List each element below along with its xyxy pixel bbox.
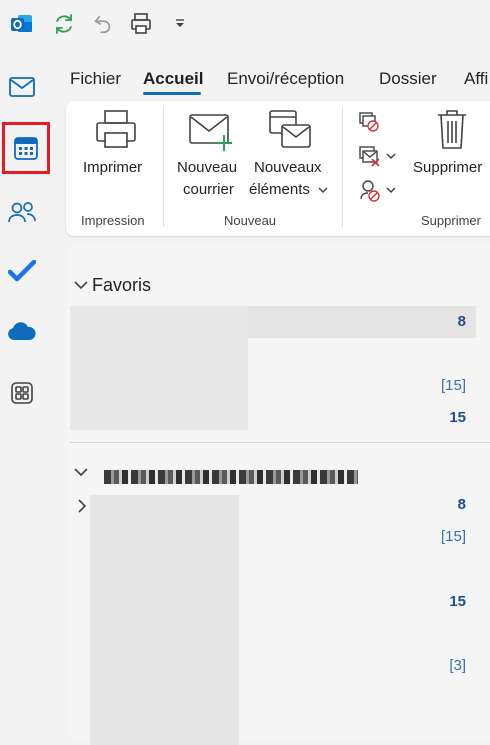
undo-icon[interactable] (89, 10, 117, 38)
rail-todo-icon[interactable] (0, 249, 44, 293)
group-label-impression: Impression (81, 213, 145, 228)
chevron-down-icon[interactable] (74, 281, 88, 290)
ignore-icon[interactable] (358, 111, 380, 133)
favorites-count-1: 8 (457, 313, 466, 330)
print-button[interactable]: Imprimer (76, 105, 158, 195)
new-mail-label-2: courrier (183, 181, 234, 198)
app-navigation-rail (0, 55, 50, 738)
new-mail-label-1: Nouveau (177, 159, 238, 176)
delete-label: Supprimer (413, 159, 483, 176)
rail-apps-icon[interactable] (0, 371, 44, 415)
rail-mail-icon[interactable] (0, 65, 44, 109)
trash-icon (438, 110, 466, 149)
rail-onedrive-icon[interactable] (0, 310, 44, 354)
chevron-down-icon[interactable] (386, 153, 396, 160)
chevron-right-icon[interactable] (78, 499, 87, 513)
new-items-button[interactable]: Nouveaux éléments (249, 105, 332, 201)
tab-accueil[interactable]: Accueil (143, 69, 203, 89)
rail-calendar-icon[interactable] (2, 122, 50, 174)
chevron-down-icon (318, 187, 328, 194)
pane-divider (70, 442, 490, 443)
outlook-logo-icon (8, 10, 36, 38)
rail-people-icon[interactable] (0, 191, 44, 235)
new-items-icon (269, 110, 311, 148)
account-count-3: 15 (449, 593, 466, 610)
chevron-down-icon[interactable] (74, 468, 88, 477)
folder-pane: Favoris 8 [15] 15 8 [15] 15 [3] (66, 242, 490, 745)
redacted-folder-names (70, 306, 248, 430)
new-mail-icon (189, 114, 232, 151)
delete-button[interactable]: Supprimer (410, 105, 490, 195)
favorites-count-3: 15 (449, 409, 466, 426)
tab-affichage[interactable]: Affi (464, 69, 488, 89)
sync-icon[interactable] (50, 10, 78, 38)
selected-folder-row[interactable] (248, 306, 476, 338)
new-items-label-1: Nouveaux (254, 159, 322, 176)
group-label-supprimer: Supprimer (421, 213, 481, 228)
favorites-count-2: [15] (440, 377, 466, 394)
tab-dossier[interactable]: Dossier (379, 69, 437, 89)
ribbon-separator (163, 107, 164, 227)
cleanup-icon[interactable] (358, 145, 382, 167)
redacted-account-name (104, 470, 358, 484)
customize-toolbar-icon[interactable] (166, 10, 194, 38)
printer-icon (96, 110, 136, 148)
favorites-header[interactable]: Favoris (92, 275, 151, 296)
account-count-1: 8 (457, 496, 466, 513)
junk-icon[interactable] (358, 179, 382, 203)
new-mail-button[interactable]: Nouveau courrier (172, 105, 246, 201)
group-label-nouveau: Nouveau (224, 213, 277, 228)
ribbon-separator (342, 107, 343, 227)
new-items-label-2: éléments (249, 181, 310, 198)
account-count-2: [15] (440, 528, 466, 545)
redacted-account-folders (90, 495, 239, 745)
active-tab-indicator (143, 92, 201, 95)
tab-envoi-reception[interactable]: Envoi/réception (227, 69, 344, 89)
print-label: Imprimer (83, 159, 143, 176)
chevron-down-icon[interactable] (386, 187, 396, 194)
tab-fichier[interactable]: Fichier (70, 69, 121, 89)
print-quick-icon[interactable] (127, 10, 155, 38)
account-count-4: [3] (449, 657, 466, 674)
ribbon-home: Imprimer Nouveau courrier Nouveaux éléme… (66, 101, 490, 236)
